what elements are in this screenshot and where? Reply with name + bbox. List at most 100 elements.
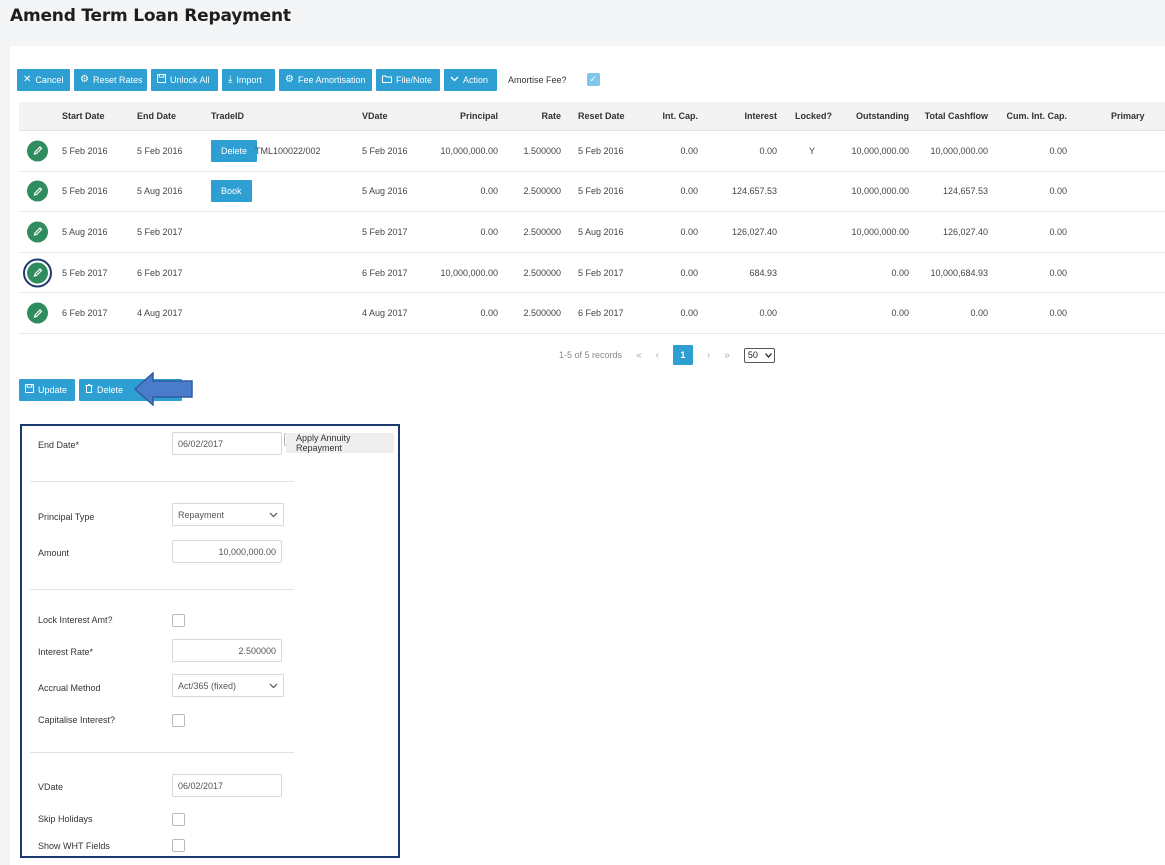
- column-header-cum-int-cap[interactable]: Cum. Int. Cap.: [1007, 111, 1068, 121]
- download-icon: ⤓: [228, 74, 233, 85]
- gear-icon: ⚙: [285, 74, 294, 85]
- amortise-fee-label: Amortise Fee?: [508, 75, 567, 85]
- skip-holidays-label: Skip Holidays: [38, 814, 93, 824]
- int-cap-cell: 0.00: [680, 226, 698, 237]
- reset-date-cell: 5 Feb 2016: [578, 186, 624, 197]
- column-header-locked[interactable]: Locked?: [795, 111, 832, 121]
- skip-holidays-checkbox[interactable]: [172, 813, 185, 826]
- gear-icon: ⚙: [80, 74, 89, 85]
- int-cap-cell: 0.00: [680, 145, 698, 156]
- table-row[interactable]: 5 Feb 2017 6 Feb 2017 6 Feb 2017 10,000,000…: [19, 253, 1165, 294]
- accrual-method-label: Accrual Method: [38, 683, 101, 693]
- principal-type-select[interactable]: Repayment: [172, 503, 284, 526]
- import-button[interactable]: ⤓ Import: [222, 69, 275, 91]
- column-header-outstanding[interactable]: Outstanding: [856, 111, 909, 121]
- reset-date-cell: 5 Feb 2017: [578, 267, 624, 278]
- amortise-fee-checkbox[interactable]: ✓: [586, 72, 600, 86]
- next-page-icon[interactable]: ›: [707, 350, 710, 361]
- column-header-primary[interactable]: Primary: [1111, 111, 1145, 121]
- show-wht-label: Show WHT Fields: [38, 841, 110, 851]
- column-header-principal[interactable]: Principal: [460, 111, 498, 121]
- trash-icon: [85, 384, 93, 396]
- cum-int-cap-cell: 0.00: [1049, 267, 1067, 278]
- table-row[interactable]: Delete 5 Feb 2016 5 Feb 2016 TML100022/002 5…: [19, 131, 1165, 172]
- rate-cell: 2.500000: [523, 308, 561, 319]
- end-date-label: End Date*: [38, 440, 80, 450]
- edit-row-button[interactable]: [27, 221, 48, 243]
- cum-int-cap-cell: 0.00: [1049, 308, 1067, 319]
- outstanding-cell: 0.00: [891, 267, 909, 278]
- end-date-cell: 5 Aug 2016: [137, 186, 183, 197]
- repayment-grid: Start Date End Date TradeID VDate Princi…: [19, 102, 1165, 334]
- chevron-down-icon: [269, 510, 278, 520]
- grid-body: Delete 5 Feb 2016 5 Feb 2016 TML100022/002 5…: [19, 131, 1165, 334]
- table-row[interactable]: Book 5 Feb 2016 5 Aug 2016 5 Aug 2016 0.00 2.…: [19, 172, 1165, 213]
- annuity-repayment-label: Apply Annuity Repayment: [286, 433, 394, 453]
- file-note-button[interactable]: File/Note: [376, 69, 440, 91]
- edit-row-button[interactable]: [23, 258, 52, 288]
- interest-cell: 124,657.53: [731, 186, 777, 197]
- interest-rate-field[interactable]: 2.500000: [172, 639, 282, 662]
- int-cap-cell: 0.00: [680, 267, 698, 278]
- page-size-select[interactable]: 50: [743, 347, 775, 363]
- row-book-button[interactable]: Book: [211, 180, 252, 203]
- update-button[interactable]: Update: [19, 379, 75, 401]
- unlock-all-button[interactable]: Unlock All: [151, 69, 218, 91]
- column-header-start-date[interactable]: Start Date: [62, 111, 105, 121]
- locked-cell: Y: [809, 145, 816, 156]
- prev-page-icon[interactable]: ‹: [656, 350, 659, 361]
- edit-row-button[interactable]: [27, 302, 48, 324]
- outstanding-cell: 10,000,000.00: [851, 226, 909, 237]
- vdate-field[interactable]: 06/02/2017: [172, 774, 282, 797]
- row-delete-button[interactable]: Delete: [211, 139, 258, 162]
- rate-cell: 2.500000: [523, 226, 561, 237]
- vdate-cell: 5 Feb 2016: [362, 145, 408, 156]
- page-number-current[interactable]: 1: [672, 345, 693, 365]
- cum-int-cap-cell: 0.00: [1049, 145, 1067, 156]
- column-header-vdate[interactable]: VDate: [362, 111, 388, 121]
- total-cashflow-cell: 10,000,684.93: [930, 267, 988, 278]
- table-row[interactable]: 5 Aug 2016 5 Feb 2017 5 Feb 2017 0.00 2.5000…: [19, 212, 1165, 253]
- edit-row-button[interactable]: [27, 180, 48, 202]
- cancel-button[interactable]: ✕ Cancel: [17, 69, 70, 91]
- end-date-cell: 6 Feb 2017: [137, 267, 183, 278]
- end-date-field[interactable]: 06/02/2017: [172, 432, 282, 455]
- column-header-rate[interactable]: Rate: [541, 111, 561, 121]
- show-wht-checkbox[interactable]: [172, 839, 185, 852]
- action-label: Action: [463, 75, 489, 85]
- table-row[interactable]: 6 Feb 2017 4 Aug 2017 4 Aug 2017 0.00 2.5000…: [19, 293, 1165, 334]
- pencil-icon: [33, 227, 42, 237]
- save-icon: [156, 73, 167, 86]
- column-header-int-cap[interactable]: Int. Cap.: [663, 111, 699, 121]
- action-dropdown-button[interactable]: Action: [444, 69, 497, 91]
- grid-header: Start Date End Date TradeID VDate Princi…: [19, 102, 1165, 131]
- int-cap-cell: 0.00: [680, 308, 698, 319]
- principal-cell: 0.00: [480, 308, 498, 319]
- trade-id-cell: TML100022/002: [255, 145, 321, 156]
- vdate-cell: 6 Feb 2017: [362, 267, 408, 278]
- first-page-icon[interactable]: «: [636, 350, 642, 361]
- page-title: Amend Term Loan Repayment: [10, 6, 291, 26]
- column-header-reset-date[interactable]: Reset Date: [578, 111, 625, 121]
- end-date-cell: 5 Feb 2016: [137, 145, 183, 156]
- column-header-end-date[interactable]: End Date: [137, 111, 176, 121]
- int-cap-cell: 0.00: [680, 186, 698, 197]
- cancel-button-label: Cancel: [35, 75, 64, 85]
- fee-amortisation-button[interactable]: ⚙ Fee Amortisation: [279, 69, 372, 91]
- interest-rate-value: 2.500000: [238, 645, 276, 656]
- accrual-method-select[interactable]: Act/365 (fixed): [172, 674, 284, 697]
- capitalise-interest-checkbox[interactable]: [172, 714, 185, 727]
- last-page-icon[interactable]: »: [724, 350, 730, 361]
- vdate-cell: 4 Aug 2017: [362, 308, 408, 319]
- amount-field[interactable]: 10,000,000.00: [172, 540, 282, 563]
- vdate-value: 06/02/2017: [178, 780, 224, 791]
- edit-row-button[interactable]: [27, 140, 48, 162]
- column-header-trade-id[interactable]: TradeID: [211, 111, 244, 121]
- column-header-interest[interactable]: Interest: [744, 111, 777, 121]
- total-cashflow-cell: 126,027.40: [942, 226, 988, 237]
- column-header-total-cashflow[interactable]: Total Cashflow: [925, 111, 988, 121]
- repayment-edit-form: End Date* 06/02/2017 Apply Annuity Repay…: [20, 424, 400, 858]
- reset-rates-button[interactable]: ⚙ Reset Rates: [74, 69, 147, 91]
- main-panel: ✕ Cancel ⚙ Reset Rates Unlock All ⤓ Impo…: [10, 46, 1165, 865]
- lock-interest-checkbox[interactable]: [172, 614, 185, 627]
